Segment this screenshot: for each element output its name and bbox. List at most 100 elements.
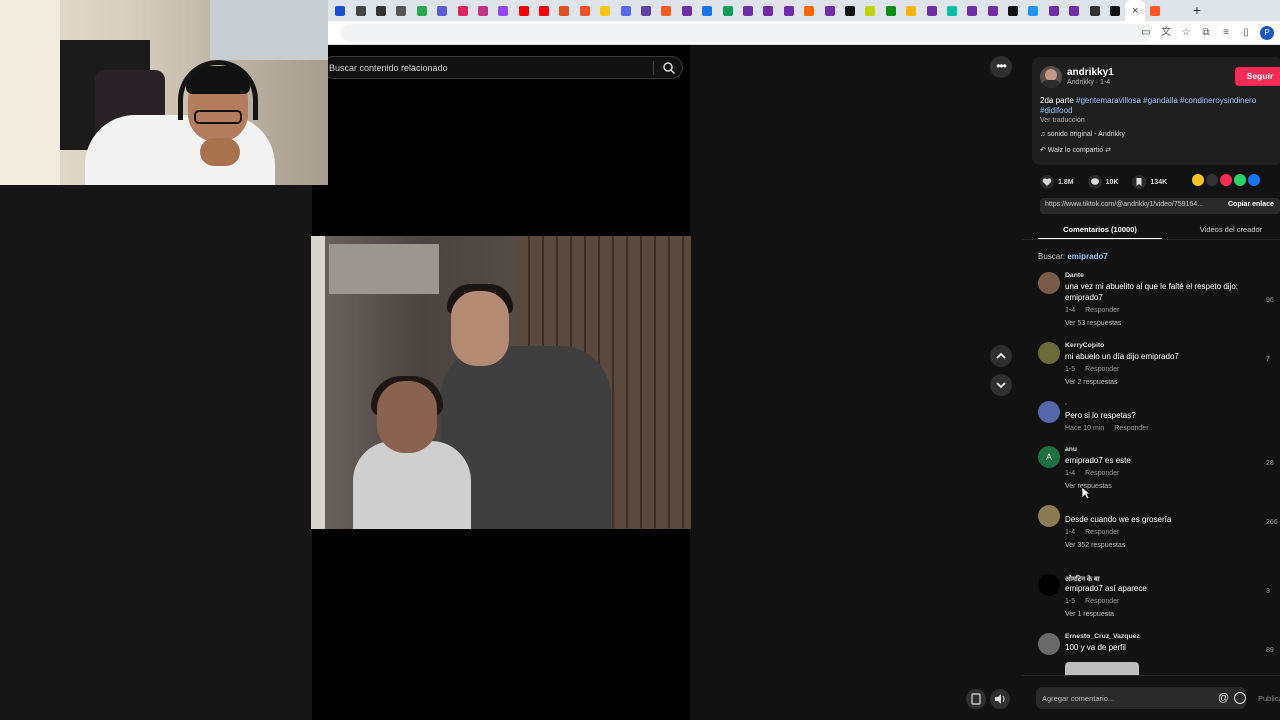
active-browser-tab[interactable]: × [1125,0,1146,21]
commenter-name[interactable]: ओमटिन के बा [1065,574,1100,583]
browser-tab[interactable] [799,0,819,21]
save-stat[interactable]: 134K [1132,175,1167,189]
share-option-icon[interactable] [1220,174,1232,186]
comment-stat[interactable]: 10K [1087,175,1118,189]
follow-button[interactable]: Seguir [1235,67,1280,86]
browser-tab[interactable] [493,0,513,21]
browser-tab[interactable] [962,0,982,21]
shared-by[interactable]: ↶ Walz lo compartió ⇄ [1040,146,1111,154]
tab-comments[interactable]: Comentarios (10000) [1038,225,1162,234]
volume-button[interactable] [990,689,1010,709]
video-player[interactable] [311,236,691,529]
browser-tab[interactable] [473,0,493,21]
publish-button[interactable]: Publicar [1258,694,1280,703]
previous-video-button[interactable] [990,345,1012,367]
search-hint-term[interactable]: emiprado7 [1067,252,1107,261]
browser-tab[interactable] [1023,0,1043,21]
browser-tab[interactable] [412,0,432,21]
commenter-name[interactable]: Dante [1065,272,1084,279]
browser-tab[interactable] [534,0,554,21]
profile-avatar[interactable]: P [1260,26,1274,40]
browser-tab[interactable] [330,0,350,21]
author-username[interactable]: andrikky1 [1067,67,1114,78]
window-controls[interactable] [1210,0,1280,21]
browser-tab[interactable] [779,0,799,21]
browser-tab[interactable] [575,0,595,21]
reply-button[interactable]: Responder [1114,425,1148,432]
commenter-avatar[interactable] [1038,633,1060,655]
commenter-avatar[interactable] [1038,272,1060,294]
browser-tab[interactable] [901,0,921,21]
browser-tab[interactable] [983,0,1003,21]
browser-tab[interactable] [1084,0,1104,21]
commenter-avatar[interactable] [1038,505,1060,527]
browser-tab[interactable] [1044,0,1064,21]
browser-tab[interactable] [1105,0,1125,21]
commenter-name[interactable]: · [1065,401,1067,408]
browser-tab[interactable] [758,0,778,21]
browser-tab[interactable] [452,0,472,21]
browser-tab[interactable] [840,0,860,21]
bookmark-star-icon[interactable]: ☆ [1180,27,1192,39]
commenter-avatar[interactable] [1038,574,1060,596]
reply-button[interactable]: Responder [1085,598,1119,605]
commenter-avatar[interactable]: A [1038,446,1060,468]
extensions-icon[interactable]: ⧉ [1200,27,1212,39]
view-replies-button[interactable]: Ver 53 respuestas [1065,320,1121,327]
commenter-avatar[interactable] [1038,401,1060,423]
cast-icon[interactable]: ▭ [1140,27,1152,39]
comment-like-count[interactable]: 96 [1266,297,1274,304]
comment-like-count[interactable]: 28 [1266,460,1274,467]
copy-link-button[interactable]: Copiar enlace [1228,201,1274,208]
comment-like-count[interactable]: 7 [1266,356,1270,363]
browser-tab[interactable] [1003,0,1023,21]
hashtags-line-2[interactable]: #didifood [1040,106,1072,115]
browser-tab[interactable] [942,0,962,21]
browser-tab[interactable] [921,0,941,21]
view-replies-button[interactable]: Ver 352 respuestas [1065,542,1125,549]
share-option-icon[interactable] [1234,174,1246,186]
like-stat[interactable]: 1.8M [1040,175,1074,189]
new-tab-button[interactable]: + [1190,2,1204,18]
browser-tab[interactable] [554,0,574,21]
reply-button[interactable]: Responder [1085,470,1119,477]
comment-search-suggestion[interactable]: Buscar: emiprado7 [1038,252,1108,261]
author-avatar[interactable] [1040,66,1062,88]
reply-button[interactable]: Responder [1085,529,1119,536]
browser-tab[interactable] [717,0,737,21]
hashtags-line-1[interactable]: #gentemaravillosa #gandalla #condineroys… [1076,96,1256,105]
browser-tab[interactable] [371,0,391,21]
address-bar[interactable] [340,24,1150,42]
comment-like-count[interactable]: 3 [1266,588,1270,595]
browser-tab[interactable] [677,0,697,21]
sidebar-icon[interactable]: ▯ [1240,27,1252,39]
commenter-name[interactable]: KerryCopito [1065,342,1104,349]
mention-icon[interactable]: @ [1218,692,1229,704]
browser-tab[interactable] [738,0,758,21]
reply-button[interactable]: Responder [1085,307,1119,314]
browser-tab[interactable] [350,0,370,21]
comment-input[interactable] [1036,687,1246,709]
share-option-icon[interactable] [1248,174,1260,186]
browser-tab[interactable] [819,0,839,21]
emoji-icon[interactable] [1234,692,1246,704]
browser-tab[interactable] [1064,0,1084,21]
view-replies-button[interactable]: Ver 2 respuestas [1065,379,1118,386]
translate-icon[interactable]: 文 [1160,27,1172,39]
browser-tab[interactable] [656,0,676,21]
browser-tab[interactable] [514,0,534,21]
browser-tab[interactable] [697,0,717,21]
browser-tab[interactable] [432,0,452,21]
browser-tab[interactable] [860,0,880,21]
pip-button[interactable] [966,689,986,709]
commenter-avatar[interactable] [1038,342,1060,364]
reply-button[interactable]: Responder [1085,366,1119,373]
browser-tab[interactable] [391,0,411,21]
close-tab-icon[interactable]: × [1132,5,1138,17]
browser-tab[interactable] [615,0,635,21]
view-replies-button[interactable]: Ver 1 respuesta [1065,611,1114,618]
commenter-name[interactable]: Ernesto_Cruz_Vazquez [1065,633,1140,640]
search-icon[interactable] [662,61,676,75]
browser-tab[interactable] [881,0,901,21]
sound-link[interactable]: ♫ sonido original - Andrikky [1040,131,1125,138]
